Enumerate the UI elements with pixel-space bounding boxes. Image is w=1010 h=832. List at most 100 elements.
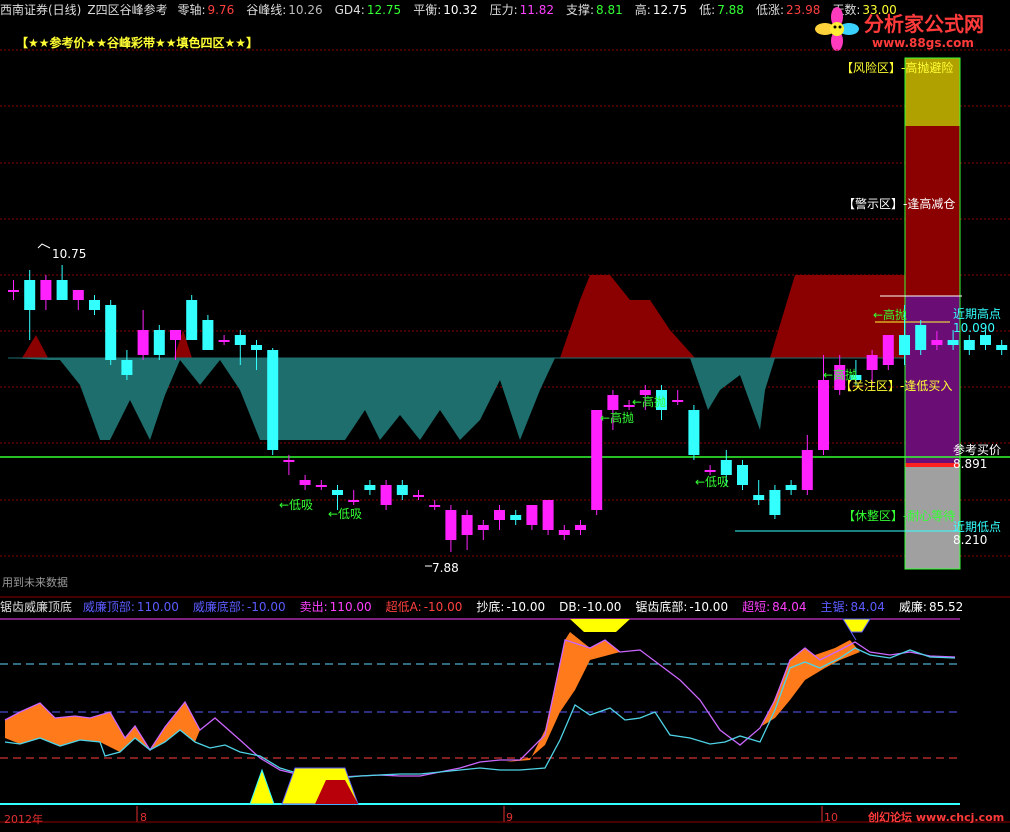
indicator-item-label: 超短:: [742, 600, 771, 614]
indicator-item-6: 锯齿底部: -10.00: [635, 600, 735, 614]
recent-high-value: 10.090: [953, 321, 995, 335]
indicator-item-8: 主锯: 84.04: [820, 600, 891, 614]
indicator-header: 锯齿威廉顶底 威廉顶部: 110.00 威廉底部: -10.00 卖出: 110.00 超低…: [0, 598, 984, 616]
valley-band: [8, 358, 555, 440]
high-price-label: 10.75: [52, 247, 86, 261]
indicator-item-3: 超低A: -10.00: [386, 600, 470, 614]
candle: [461, 510, 473, 550]
candle: [510, 510, 522, 525]
candle: [186, 295, 198, 340]
candle: [380, 480, 392, 510]
top-signal-1: [570, 619, 630, 632]
recent-low-label: 近期低点: [953, 520, 1001, 534]
indicator-item-4: 抄底: -10.00: [476, 600, 552, 614]
candle: [996, 340, 1008, 355]
candle: [429, 500, 441, 510]
peak-band-3: [22, 335, 48, 358]
indicator-item-0: 威廉顶部: 110.00: [83, 600, 186, 614]
candle: [72, 290, 84, 310]
indicator-item-2: 卖出: 110.00: [300, 600, 379, 614]
candle: [315, 480, 327, 490]
indicator-item-label: 锯齿底部:: [635, 600, 688, 614]
top-signal-2: [842, 618, 871, 641]
indicator-item-label: DB:: [559, 600, 581, 614]
candle: [445, 505, 457, 552]
indicator-item-value: 110.00: [136, 600, 179, 614]
date-label-oct: 10: [824, 811, 838, 824]
candle: [494, 505, 505, 530]
recent-high-label: 近期高点: [953, 306, 1001, 321]
buy-signal-1: ←低吸: [279, 498, 313, 512]
indicator-item-1: 威廉底部: -10.00: [193, 600, 293, 614]
buy-signal-3: ←低吸: [695, 475, 729, 489]
indicator-orange-fill: [5, 702, 200, 752]
candle: [413, 490, 424, 500]
ref-buy-value: 8.891: [953, 457, 987, 471]
candle: [364, 480, 376, 495]
buy-signal-2: ←低吸: [328, 507, 362, 521]
candle: [56, 265, 68, 300]
indicator-item-value: 110.00: [329, 600, 372, 614]
indicator-item-value: -10.00: [423, 600, 463, 614]
candle: [963, 335, 975, 355]
candle: [785, 480, 797, 495]
candle: [882, 335, 894, 370]
sell-signal-2: ←高抛: [600, 410, 634, 425]
candle: [526, 505, 538, 530]
indicator-item-label: 超低A:: [385, 600, 422, 614]
candle: [283, 455, 295, 475]
indicator-item-7: 超短: 84.04: [742, 600, 813, 614]
candle: [267, 348, 279, 455]
candle: [753, 480, 765, 505]
candle: [704, 465, 716, 475]
candle: [40, 275, 52, 310]
candle: [737, 460, 748, 490]
zone-rest-label: 【休整区】-耐心等待: [843, 508, 955, 523]
indicator-item-9: 威廉: 85.52: [899, 600, 970, 614]
watermark: 创幻论坛 www.chcj.com: [868, 811, 1005, 824]
candle: [89, 295, 100, 315]
candle: [542, 500, 554, 535]
recent-low-value: 8.210: [953, 533, 987, 547]
candle: [396, 480, 408, 500]
indicator-item-label: 威廉底部:: [192, 600, 245, 614]
candle: [801, 435, 813, 495]
candle: [218, 335, 230, 345]
ref-buy-label: 参考买价: [953, 442, 1001, 457]
peak-band: [560, 275, 695, 358]
candle: [153, 325, 165, 360]
date-label-sep: 9: [506, 811, 513, 824]
indicator-item-label: 抄底:: [476, 600, 505, 614]
candle: [105, 300, 117, 365]
indicator-item-label: 威廉顶部:: [82, 600, 135, 614]
candle: [688, 405, 700, 460]
candle: [299, 475, 311, 490]
candle: [672, 390, 684, 405]
candle: [202, 315, 214, 350]
date-label-aug: 8: [140, 811, 147, 824]
indicator-item-value: 84.04: [850, 600, 885, 614]
zone-focus-label: 【关注区】-逢低买入: [840, 378, 952, 393]
indicator-item-label: 卖出:: [299, 600, 328, 614]
candle: [769, 485, 781, 519]
indicator-item-5: DB: -10.00: [559, 600, 628, 614]
indicator-item-value: -10.00: [689, 600, 729, 614]
candle: [8, 280, 19, 300]
candle: [575, 520, 586, 535]
indicator-item-value: 85.52: [928, 600, 964, 614]
candle: [24, 270, 36, 340]
candle: [915, 320, 927, 355]
bottom-signal-1: [249, 768, 275, 805]
zone-warn-label: 【警示区】-逢高减仓: [843, 196, 955, 211]
sell-signal-1: ←高抛: [632, 394, 666, 409]
low-price-label: 7.88: [432, 561, 459, 575]
indicator-item-label: 主锯:: [820, 600, 849, 614]
indicator-item-value: -10.00: [246, 600, 286, 614]
future-data-note: 用到未来数据: [2, 576, 68, 589]
price-chart: 10.75 7.88 ←高抛 ←高抛 ←高抛 ←高抛 ←低吸 ←低吸 ←低吸 【…: [0, 49, 1010, 823]
indicator-item-value: -10.00: [506, 600, 546, 614]
indicator-item-value: 84.04: [772, 600, 807, 614]
valley-band-2: [690, 358, 775, 430]
zone-warn: [905, 126, 960, 296]
date-label-year: 2012年: [4, 813, 43, 826]
